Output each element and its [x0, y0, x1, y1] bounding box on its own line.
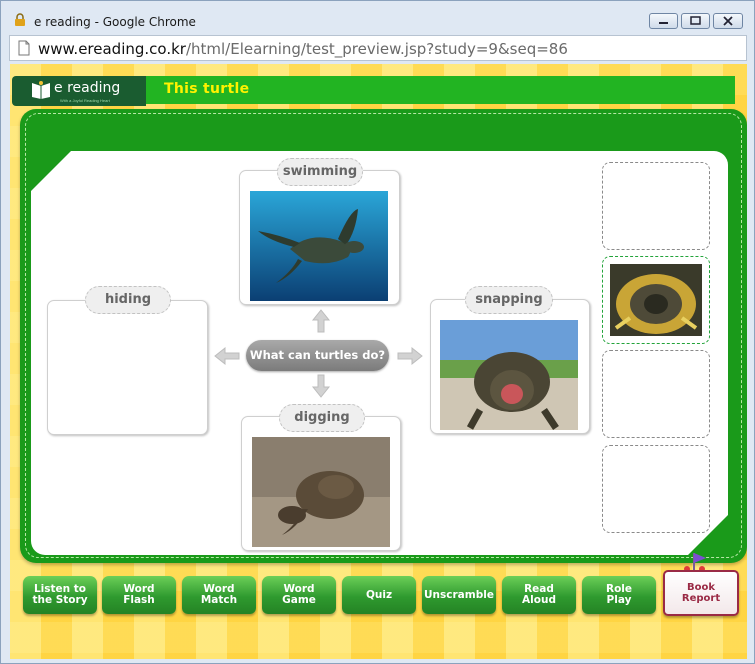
label-hiding: hiding — [85, 286, 171, 314]
nav-label: Role Play — [605, 583, 633, 606]
maximize-button[interactable] — [681, 13, 710, 29]
title-bar: e reading - Google Chrome — [1, 1, 754, 33]
nav-unscramble[interactable]: Unscramble — [422, 576, 496, 614]
nav-book-report[interactable]: Book Report — [663, 570, 739, 616]
logo-tagline: With a Joyful Reading Heart — [60, 98, 110, 103]
photo-snapping-turtle — [440, 320, 578, 430]
label-digging: digging — [279, 404, 365, 432]
label-snapping: snapping — [465, 286, 553, 314]
nav-word-flash[interactable]: Word Flash — [102, 576, 176, 614]
nav-label: Book Report — [681, 582, 721, 604]
maximize-icon — [690, 16, 701, 25]
arrow-up-icon — [311, 309, 331, 333]
minimize-icon — [659, 22, 668, 24]
answer-slot-1[interactable] — [602, 162, 710, 250]
arrow-left-icon — [214, 346, 240, 366]
logo-text: e reading — [54, 80, 121, 96]
book-logo-icon — [32, 81, 50, 99]
nav-label: Quiz — [365, 588, 393, 601]
arrow-right-icon — [397, 346, 423, 366]
app-icon — [15, 13, 25, 26]
card-hiding[interactable] — [47, 300, 208, 435]
answer-slot-4[interactable] — [602, 445, 710, 533]
nav-label: Word Flash — [123, 583, 155, 606]
arrow-down-icon — [311, 374, 331, 398]
photo-digging-turtle — [252, 437, 390, 547]
browser-window: e reading - Google Chrome www.ereading.c… — [0, 0, 755, 664]
nav-label: Unscramble — [424, 588, 494, 601]
label-swimming: swimming — [277, 158, 363, 186]
address-bar[interactable]: www.ereading.co.kr/html/Elearning/test_p… — [9, 35, 747, 61]
page-viewport: e reading With a Joyful Reading Heart Th… — [10, 64, 747, 659]
url-text: www.ereading.co.kr/html/Elearning/test_p… — [38, 40, 568, 58]
nav-read-aloud[interactable]: Read Aloud — [502, 576, 576, 614]
window-title: e reading - Google Chrome — [34, 15, 196, 29]
photo-turtle-shell-interior[interactable] — [610, 264, 702, 336]
nav-word-match[interactable]: Word Match — [182, 576, 256, 614]
url-domain: www.ereading.co.kr — [38, 40, 186, 58]
photo-swimming-turtle — [250, 191, 388, 301]
nav-listen-to-story[interactable]: Listen to the Story — [23, 576, 97, 614]
nav-quiz[interactable]: Quiz — [342, 576, 416, 614]
center-question: What can turtles do? — [246, 340, 389, 371]
story-title: This turtle — [164, 81, 250, 97]
corner-decoration — [31, 151, 71, 191]
close-button[interactable] — [713, 13, 743, 29]
nav-role-play[interactable]: Role Play — [582, 576, 656, 614]
close-icon — [723, 16, 733, 26]
nav-label: Read Aloud — [522, 583, 556, 606]
nav-word-game[interactable]: Word Game — [262, 576, 336, 614]
url-path: /html/Elearning/test_preview.jsp?study=9… — [185, 40, 568, 58]
nav-label: Listen to the Story — [32, 583, 88, 606]
nav-label: Word Match — [200, 583, 238, 606]
nav-label: Word Game — [282, 583, 316, 606]
answer-slot-3[interactable] — [602, 350, 710, 438]
minimize-button[interactable] — [649, 13, 678, 29]
page-icon — [18, 40, 30, 56]
